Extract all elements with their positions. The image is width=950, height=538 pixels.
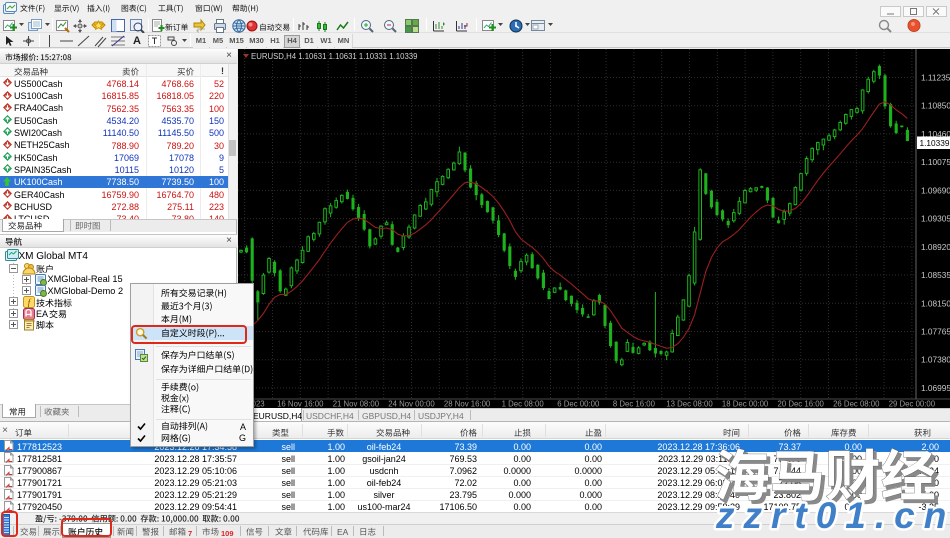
- svg-text:1.07765: 1.07765: [921, 327, 950, 337]
- svg-text:1.08535: 1.08535: [921, 270, 950, 280]
- svg-text:1.07380: 1.07380: [921, 355, 950, 365]
- svg-text:zzrt01.cn: zzrt01.cn: [715, 495, 950, 536]
- svg-text:1.11235: 1.11235: [921, 73, 950, 83]
- svg-text:1.09305: 1.09305: [921, 214, 950, 224]
- svg-text:1.08150: 1.08150: [921, 298, 950, 308]
- svg-text:1.08920: 1.08920: [921, 242, 950, 252]
- svg-text:1.06995: 1.06995: [921, 383, 950, 393]
- svg-text:1.09690: 1.09690: [921, 185, 950, 195]
- svg-text:1.10339: 1.10339: [920, 138, 950, 148]
- svg-text:1.10075: 1.10075: [921, 157, 950, 167]
- svg-text:EURUSD,H4 1.10631 1.10631 1.1: EURUSD,H4 1.10631 1.10631 1.10331 1.1033…: [251, 52, 417, 61]
- svg-text:1.10850: 1.10850: [921, 101, 950, 111]
